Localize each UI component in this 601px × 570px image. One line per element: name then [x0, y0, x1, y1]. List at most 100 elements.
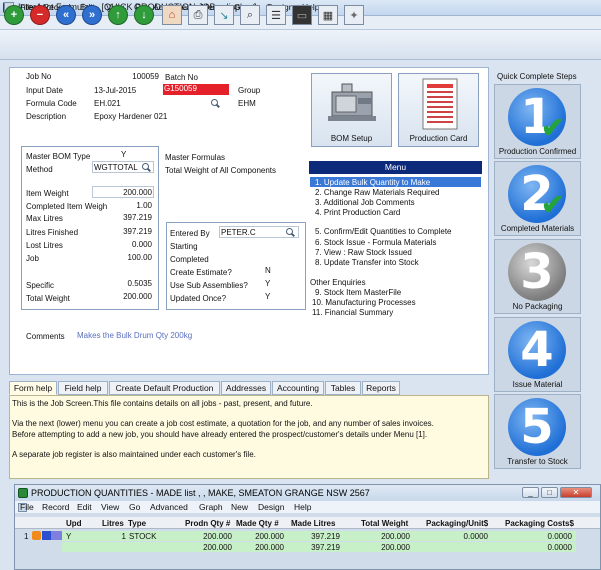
down-arrow-icon[interactable]: ↓ — [134, 5, 154, 25]
step-5-button[interactable]: 5 Transfer to Stock — [494, 394, 581, 469]
job-no-value[interactable]: 100059 — [124, 72, 159, 81]
cell-prodn-qty[interactable]: 200.000 — [188, 532, 232, 541]
col-total-weight[interactable]: Total Weight — [361, 519, 408, 528]
row-edit-icon[interactable] — [42, 531, 51, 540]
tab-accounting[interactable]: Accounting — [272, 381, 324, 395]
monitor-icon[interactable]: ▭ — [292, 5, 312, 25]
pin-icon[interactable]: ↘ — [214, 5, 234, 25]
menu-item-11[interactable]: 11. Financial Summary — [312, 308, 393, 317]
child-menu-graph[interactable]: Graph — [199, 502, 223, 512]
create-estimate-value[interactable]: N — [265, 266, 271, 275]
tab-form-help[interactable]: Form help — [9, 381, 57, 395]
menu-item-8[interactable]: 8. Update Transfer into Stock — [315, 258, 419, 267]
specific-value[interactable]: 0.5035 — [94, 279, 152, 288]
search-icon[interactable]: ⌕ — [240, 5, 260, 25]
delete-icon[interactable]: − — [30, 5, 50, 25]
menu-item-1[interactable]: 1. Update Bulk Quantity to Make — [315, 178, 430, 187]
cell-packaging-unit[interactable]: 0.0000 — [444, 532, 488, 541]
add-icon[interactable]: + — [4, 5, 24, 25]
menu-item-2[interactable]: 2. Change Raw Materials Required — [315, 188, 440, 197]
printer-icon[interactable]: ⎙ — [188, 5, 208, 25]
step-1-button[interactable]: 1 ✔ Production Confirmed — [494, 84, 581, 159]
maximize-button[interactable]: □ — [541, 487, 558, 498]
first-record-icon[interactable]: « — [56, 5, 76, 25]
col-packaging-costs[interactable]: Packaging Costs$ — [505, 519, 574, 528]
input-date-label: Input Date — [26, 86, 63, 95]
cell-type[interactable]: STOCK — [129, 532, 156, 541]
row-select-icon[interactable] — [51, 531, 62, 540]
cell-litres[interactable]: 1 — [100, 532, 126, 541]
last-record-icon[interactable]: » — [82, 5, 102, 25]
menu-item-7[interactable]: 7. View : Raw Stock Issued — [315, 248, 412, 257]
description-label: Description — [26, 112, 67, 121]
tab-create-default-production[interactable]: Create Default Production — [109, 381, 220, 395]
cell-total-weight[interactable]: 200.000 — [366, 532, 410, 541]
formula-lookup-icon[interactable] — [211, 99, 220, 108]
step-2-button[interactable]: 2 ✔ Completed Materials — [494, 161, 581, 236]
menu-item-5[interactable]: 5. Confirm/Edit Quantities to Complete — [315, 227, 452, 236]
tab-tables[interactable]: Tables — [325, 381, 361, 395]
form-icon[interactable]: ☰ — [266, 5, 286, 25]
input-date-value[interactable]: 13-Jul-2015 — [94, 86, 136, 95]
child-menu-view[interactable]: View — [101, 502, 119, 512]
child-menu-design[interactable]: Design — [258, 502, 284, 512]
col-made-litres[interactable]: Made Litres — [291, 519, 335, 528]
close-button[interactable]: ✕ — [560, 487, 592, 498]
batch-no-field[interactable]: G150059 — [163, 84, 229, 95]
lost-litres-label: Lost Litres — [26, 241, 63, 250]
col-litres[interactable]: Litres — [102, 519, 124, 528]
menu-item-3[interactable]: 3. Additional Job Comments — [315, 198, 415, 207]
production-card-button[interactable]: Production Card — [398, 73, 479, 147]
tab-reports[interactable]: Reports — [362, 381, 400, 395]
menu-item-9[interactable]: 9. Stock Item MasterFile — [315, 288, 401, 297]
col-upd[interactable]: Upd — [66, 519, 82, 528]
tab-addresses[interactable]: Addresses — [221, 381, 271, 395]
child-menu-file[interactable]: File — [20, 502, 34, 512]
entered-by-lookup-icon[interactable] — [286, 228, 295, 237]
row-status-icon[interactable] — [32, 531, 41, 540]
tools-icon[interactable]: ✦ — [344, 5, 364, 25]
tab-field-help[interactable]: Field help — [58, 381, 108, 395]
master-bom-type-label: Master BOM Type — [26, 152, 91, 161]
cell-made-qty[interactable]: 200.000 — [240, 532, 284, 541]
step-4-button[interactable]: 4 Issue Material — [494, 317, 581, 392]
method-lookup-icon[interactable] — [142, 163, 151, 172]
col-type[interactable]: Type — [128, 519, 146, 528]
up-arrow-icon[interactable]: ↑ — [108, 5, 128, 25]
total-weight-value[interactable]: 200.000 — [94, 292, 152, 301]
master-bom-type-value[interactable]: Y — [121, 150, 126, 159]
comments-value[interactable]: Makes the Bulk Drum Qty 200kg — [77, 331, 192, 340]
grid-icon[interactable]: ▦ — [318, 5, 338, 25]
description-value[interactable]: Epoxy Hardener 021 — [94, 112, 167, 121]
cell-packaging-costs[interactable]: 0.0000 — [528, 532, 572, 541]
updated-once-value[interactable]: Y — [265, 292, 270, 301]
child-menu-new[interactable]: New — [231, 502, 248, 512]
menu-item-4[interactable]: 4. Print Production Card — [315, 208, 400, 217]
col-packaging-unit[interactable]: Packaging/Unit$ — [426, 519, 488, 528]
group-value[interactable]: EHM — [238, 99, 256, 108]
step-3-button[interactable]: 3 No Packaging — [494, 239, 581, 314]
child-menu-advanced[interactable]: Advanced — [150, 502, 188, 512]
child-menu-edit[interactable]: Edit — [77, 502, 92, 512]
cell-upd[interactable]: Y — [66, 532, 71, 541]
child-menu-go[interactable]: Go — [129, 502, 140, 512]
bom-setup-button[interactable]: BOM Setup — [311, 73, 392, 147]
menu-item-6[interactable]: 6. Stock Issue - Formula Materials — [315, 238, 436, 247]
child-menu-record[interactable]: Record — [42, 502, 69, 512]
home-icon[interactable]: ⌂ — [162, 5, 182, 25]
completed-item-weight-value[interactable]: 1.00 — [94, 201, 152, 210]
col-made-qty[interactable]: Made Qty # — [236, 519, 279, 528]
menu-item-10[interactable]: 10. Manufacturing Processes — [312, 298, 416, 307]
minimize-button[interactable]: _ — [522, 487, 539, 498]
job-value[interactable]: 100.00 — [94, 253, 152, 262]
item-weight-value: 200.000 — [123, 188, 152, 197]
lost-litres-value[interactable]: 0.000 — [94, 240, 152, 249]
formula-code-value[interactable]: EH.021 — [94, 99, 121, 108]
child-menu-help[interactable]: Help — [294, 502, 311, 512]
cell-made-litres[interactable]: 397.219 — [296, 532, 340, 541]
master-formulas-label: Master Formulas — [165, 153, 226, 162]
col-prodn-qty[interactable]: Prodn Qty # — [185, 519, 230, 528]
litres-finished-value[interactable]: 397.219 — [94, 227, 152, 236]
max-litres-value[interactable]: 397.219 — [94, 213, 152, 222]
use-sub-assemblies-value[interactable]: Y — [265, 279, 270, 288]
